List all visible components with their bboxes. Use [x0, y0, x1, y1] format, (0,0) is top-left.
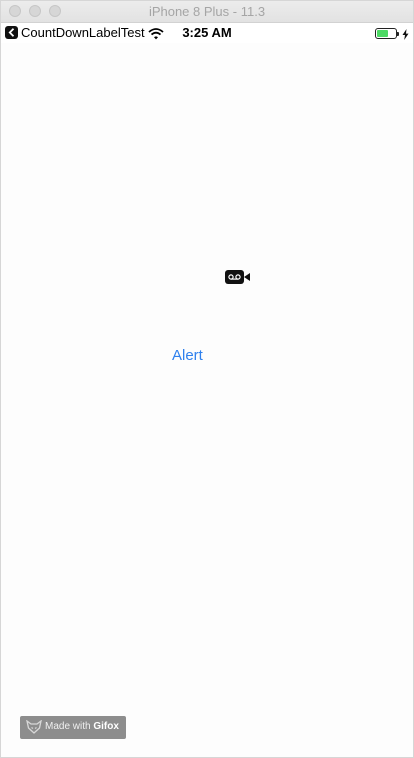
screen-record-icon	[225, 270, 251, 289]
fox-logo-icon	[26, 719, 42, 739]
simulator-window: iPhone 8 Plus - 11.3 CountDownLabelTest …	[0, 0, 414, 758]
status-time: 3:25 AM	[182, 25, 232, 40]
battery-cap	[397, 32, 399, 36]
battery-level-fill	[377, 30, 388, 37]
watermark-text: Made with Gifox	[45, 721, 119, 732]
watermark-prefix: Made with	[45, 721, 94, 732]
window-titlebar: iPhone 8 Plus - 11.3	[1, 1, 413, 23]
alert-button[interactable]: Alert	[172, 347, 203, 364]
ios-status-bar: CountDownLabelTest 3:25 AM	[1, 23, 413, 43]
battery-icon	[375, 28, 399, 39]
charging-bolt-icon	[402, 27, 409, 45]
watermark-brand: Gifox	[93, 721, 119, 732]
window-title: iPhone 8 Plus - 11.3	[148, 4, 266, 19]
gifox-watermark: Made with Gifox	[20, 716, 126, 739]
